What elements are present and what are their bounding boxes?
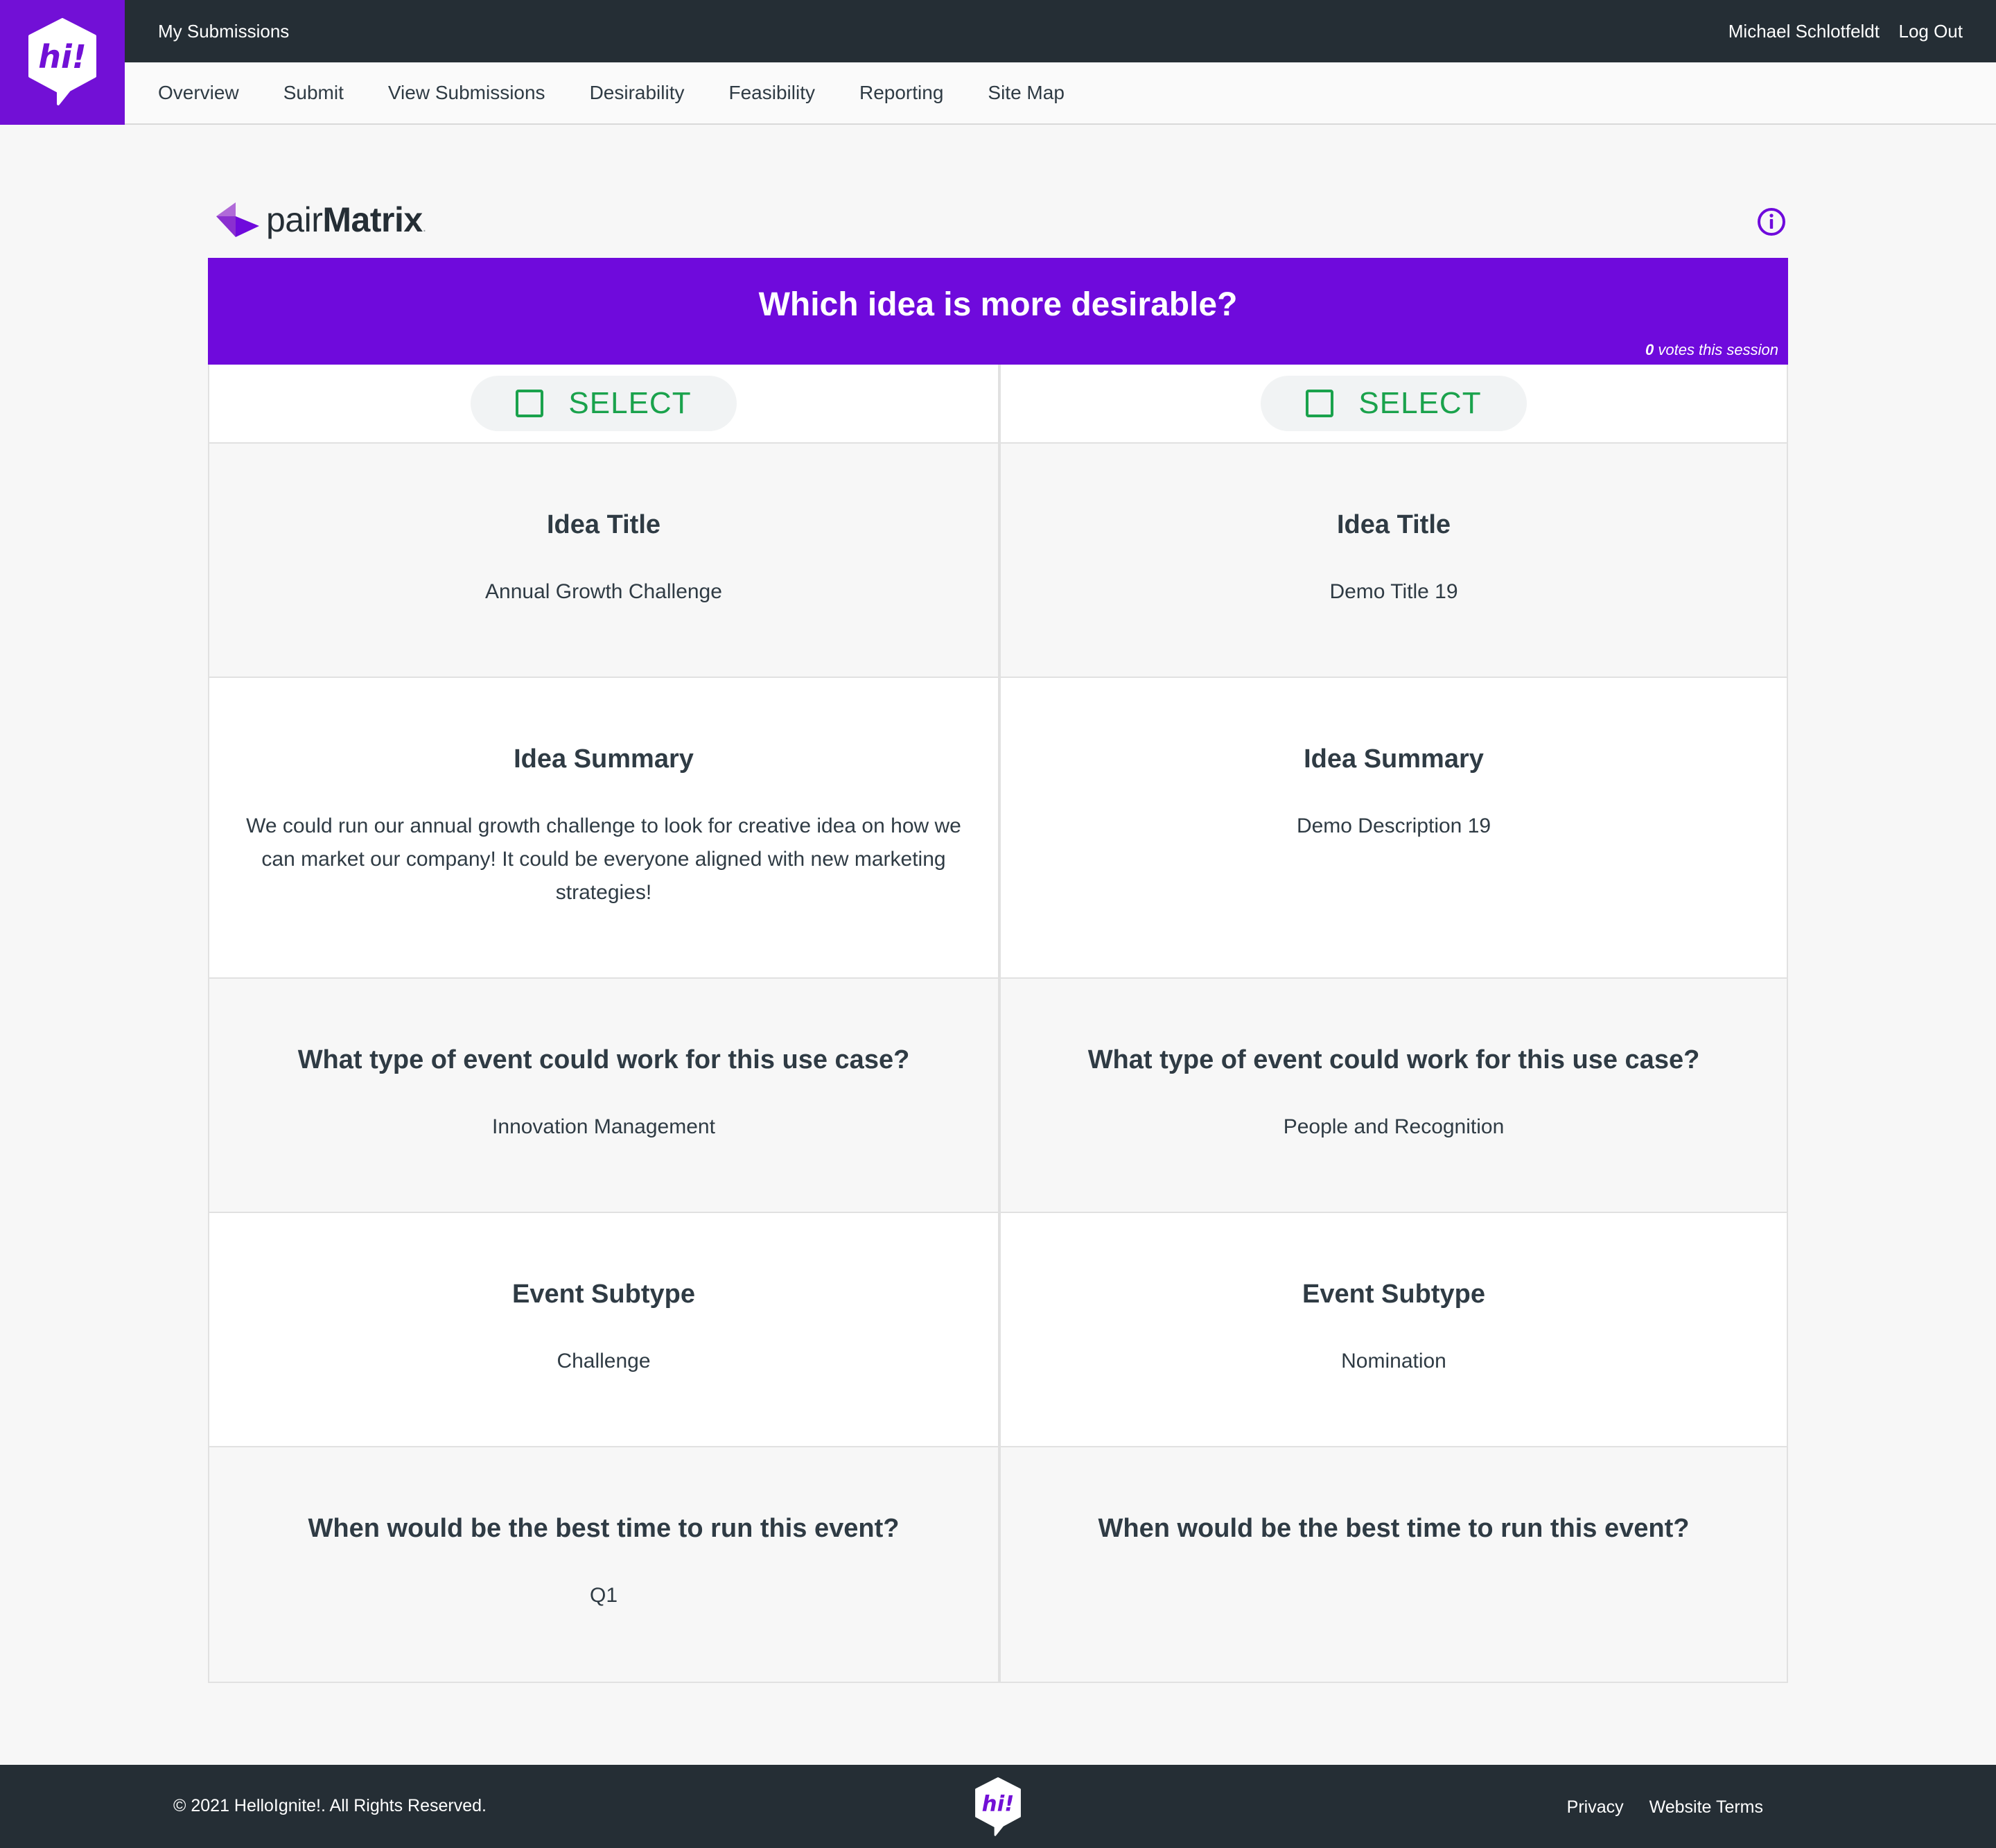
- hi-speech-bubble-icon: hi!: [28, 18, 96, 105]
- field-value: People and Recognition: [1283, 1115, 1505, 1138]
- nav-view-submissions[interactable]: View Submissions: [388, 62, 545, 123]
- pairmatrix-logo-icon: [216, 202, 259, 237]
- brand-name: Matrix: [322, 200, 423, 239]
- field-label: Idea Title: [546, 510, 661, 539]
- app-header: hi! My Submissions Michael Schlotfeldt L…: [0, 0, 1996, 125]
- pairmatrix-wordmark: pairMatrix.: [266, 200, 426, 240]
- select-cell-left: SELECT: [209, 365, 998, 444]
- question-banner: Which idea is more desirable? 0 votes th…: [208, 258, 1788, 365]
- event-subtype-cell-right: Event Subtype Nomination: [998, 1213, 1787, 1447]
- nav-desirability[interactable]: Desirability: [590, 62, 685, 123]
- field-label: When would be the best time to run this …: [308, 1514, 900, 1543]
- best-time-cell-right: When would be the best time to run this …: [998, 1447, 1787, 1682]
- field-value: Q1: [589, 1584, 618, 1607]
- event-type-cell-right: What type of event could work for this u…: [998, 979, 1787, 1213]
- user-name[interactable]: Michael Schlotfeldt: [1728, 0, 1880, 62]
- field-value: We could run our annual growth challenge…: [246, 814, 961, 904]
- info-circle-icon[interactable]: [1756, 207, 1787, 237]
- main-nav: Overview Submit View Submissions Desirab…: [125, 62, 1996, 125]
- select-button-right[interactable]: SELECT: [1261, 376, 1527, 431]
- field-label: Idea Summary: [1304, 744, 1484, 774]
- field-label: Idea Summary: [514, 744, 694, 774]
- field-label: When would be the best time to run this …: [1098, 1514, 1690, 1543]
- field-value: Nomination: [1341, 1350, 1446, 1372]
- best-time-row: When would be the best time to run this …: [209, 1447, 1787, 1682]
- select-button-left[interactable]: SELECT: [471, 376, 737, 431]
- copyright-text: © 2021 HelloIgnite!. All Rights Reserved…: [173, 1796, 487, 1815]
- field-label: What type of event could work for this u…: [1087, 1045, 1700, 1074]
- nav-submit[interactable]: Submit: [283, 62, 344, 123]
- website-terms-link[interactable]: Website Terms: [1649, 1797, 1763, 1817]
- hi-logo[interactable]: hi!: [0, 0, 125, 125]
- select-row: SELECT SELECT: [209, 365, 1787, 444]
- event-type-row: What type of event could work for this u…: [209, 979, 1787, 1213]
- idea-title-cell-left: Idea Title Annual Growth Challenge: [209, 444, 998, 678]
- pairmatrix-brand: pairMatrix.: [215, 200, 426, 240]
- app-footer: © 2021 HelloIgnite!. All Rights Reserved…: [0, 1765, 1996, 1848]
- my-submissions-link[interactable]: My Submissions: [158, 0, 289, 62]
- brand-suffix: .: [422, 220, 427, 235]
- checkbox-icon[interactable]: [516, 390, 544, 417]
- field-value: Demo Title 19: [1329, 580, 1458, 603]
- idea-title-row: Idea Title Annual Growth Challenge Idea …: [209, 444, 1787, 678]
- select-label: SELECT: [568, 386, 692, 420]
- footer-logo-text: hi!: [982, 1791, 1015, 1816]
- idea-summary-cell-right: Idea Summary Demo Description 19: [998, 678, 1787, 979]
- top-bar: My Submissions Michael Schlotfeldt Log O…: [125, 0, 1996, 62]
- vote-label: votes this session: [1658, 341, 1778, 358]
- field-label: What type of event could work for this u…: [297, 1045, 910, 1074]
- comparison-grid: SELECT SELECT Idea Title Annual Growth C…: [208, 365, 1788, 1683]
- privacy-link[interactable]: Privacy: [1567, 1797, 1624, 1817]
- checkbox-icon[interactable]: [1306, 390, 1334, 417]
- field-value: Challenge: [557, 1350, 651, 1372]
- footer-links: Privacy Website Terms: [1546, 1765, 1763, 1848]
- nav-overview[interactable]: Overview: [158, 62, 239, 123]
- nav-feasibility[interactable]: Feasibility: [729, 62, 815, 123]
- idea-summary-cell-left: Idea Summary We could run our annual gro…: [209, 678, 998, 979]
- best-time-cell-left: When would be the best time to run this …: [209, 1447, 998, 1682]
- vote-counter: 0 votes this session: [1645, 341, 1778, 359]
- nav-reporting[interactable]: Reporting: [859, 62, 943, 123]
- brand-prefix: pair: [266, 200, 323, 239]
- vote-count: 0: [1645, 341, 1654, 358]
- logout-link[interactable]: Log Out: [1898, 0, 1963, 62]
- field-label: Event Subtype: [1302, 1280, 1485, 1309]
- select-cell-right: SELECT: [998, 365, 1787, 444]
- field-label: Event Subtype: [512, 1280, 695, 1309]
- field-value: Innovation Management: [492, 1115, 715, 1138]
- event-subtype-cell-left: Event Subtype Challenge: [209, 1213, 998, 1447]
- comparison-question: Which idea is more desirable?: [758, 286, 1238, 323]
- event-subtype-row: Event Subtype Challenge Event Subtype No…: [209, 1213, 1787, 1447]
- field-value: Annual Growth Challenge: [485, 580, 722, 603]
- idea-title-cell-right: Idea Title Demo Title 19: [998, 444, 1787, 678]
- field-label: Idea Title: [1336, 510, 1451, 539]
- hi-footer-logo-icon[interactable]: hi!: [970, 1777, 1026, 1837]
- idea-summary-row: Idea Summary We could run our annual gro…: [209, 678, 1787, 979]
- logo-text: hi!: [38, 38, 87, 76]
- field-value: Demo Description 19: [1296, 814, 1491, 837]
- nav-site-map[interactable]: Site Map: [988, 62, 1065, 123]
- event-type-cell-left: What type of event could work for this u…: [209, 979, 998, 1213]
- select-label: SELECT: [1358, 386, 1482, 420]
